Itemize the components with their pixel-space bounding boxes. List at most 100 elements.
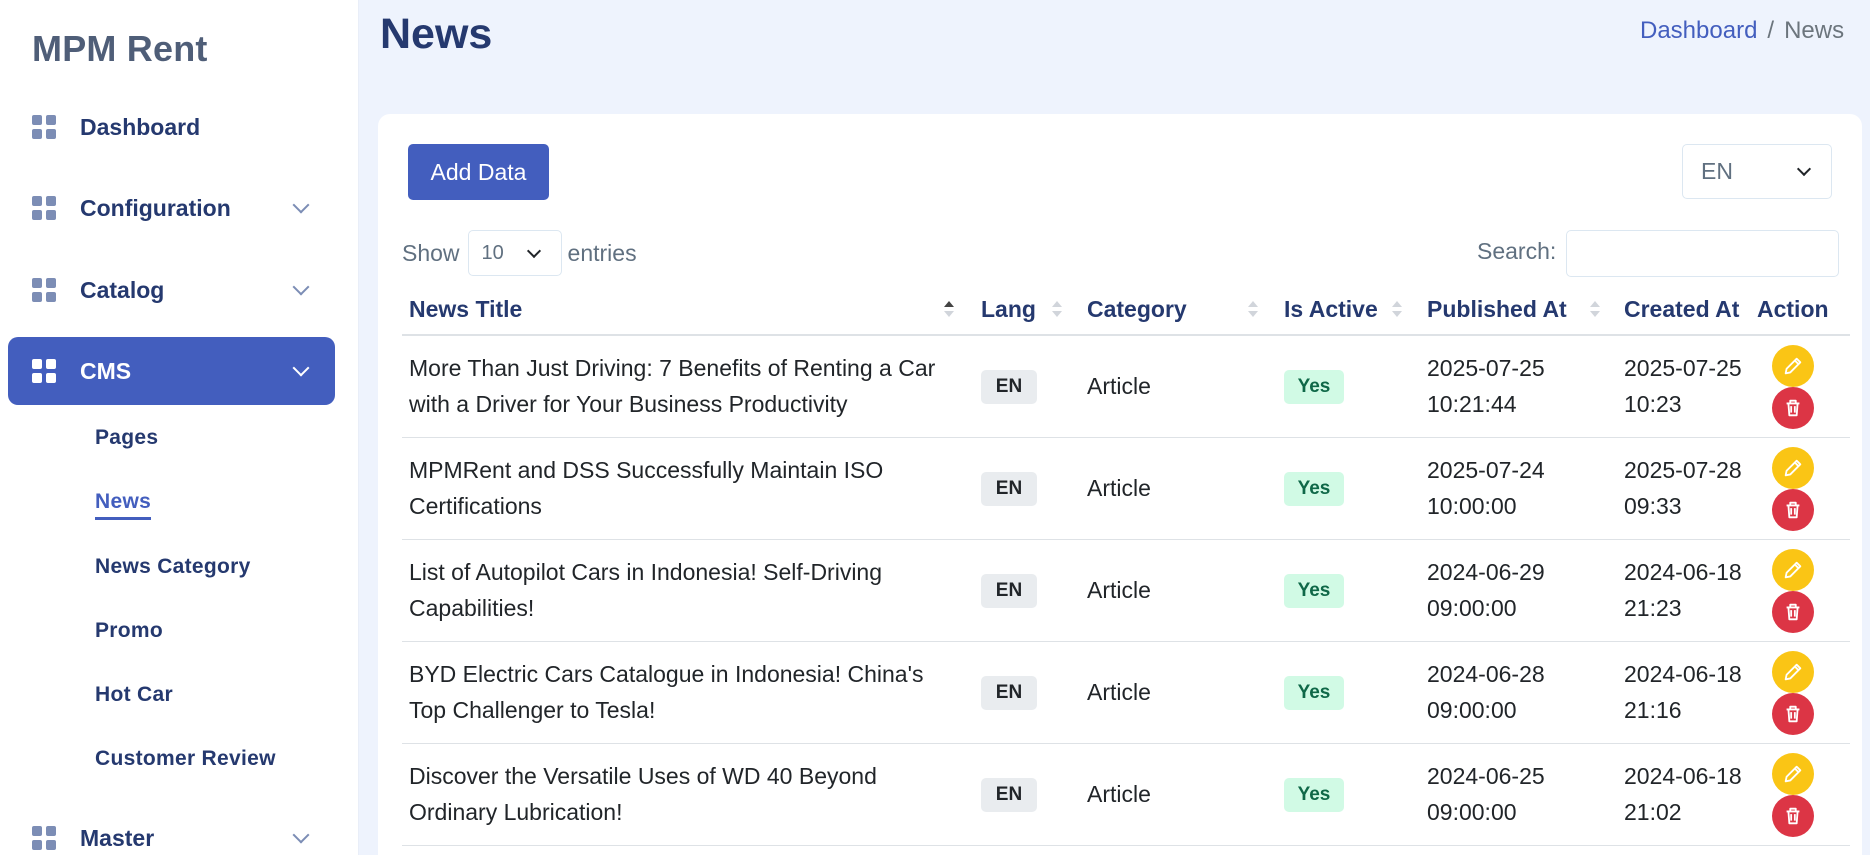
entries-select-value: 10	[481, 241, 504, 264]
edit-button[interactable]	[1772, 447, 1814, 489]
column-header-published-at[interactable]: Published At	[1427, 296, 1567, 323]
pencil-icon	[1784, 663, 1802, 681]
column-header-news-title[interactable]: News Title	[409, 296, 522, 323]
search-label: Search:	[1477, 238, 1557, 264]
breadcrumb-separator: /	[1767, 17, 1775, 44]
breadcrumb: Dashboard / News	[1640, 17, 1870, 45]
news-title-line: MPMRent and DSS Successfully Maintain IS…	[409, 457, 884, 483]
lang-badge: EN	[981, 778, 1037, 812]
created-at-cell: 2025-07-25 10:23	[1624, 350, 1752, 422]
sort-icon	[1248, 301, 1258, 321]
created-time: 10:23	[1624, 391, 1682, 417]
delete-button[interactable]	[1772, 795, 1814, 837]
news-title-line: Top Challenger to Tesla!	[409, 697, 656, 723]
grid-icon	[32, 115, 56, 139]
created-at-cell: 2024-06-18 21:16	[1624, 656, 1752, 728]
sidebar-item-catalog[interactable]: Catalog	[8, 256, 335, 324]
trash-icon	[1786, 399, 1800, 417]
created-date: 2024-06-18	[1624, 661, 1742, 687]
delete-button[interactable]	[1772, 693, 1814, 735]
language-select[interactable]: EN	[1682, 144, 1832, 199]
delete-button[interactable]	[1772, 489, 1814, 531]
news-title-line: More Than Just Driving: 7 Benefits of Re…	[409, 355, 936, 381]
published-at-cell: 2025-07-24 10:00:00	[1427, 452, 1545, 524]
chevron-down-icon	[292, 826, 310, 844]
news-title-line: with a Driver for Your Business Producti…	[409, 391, 848, 417]
search-input[interactable]	[1566, 230, 1839, 277]
table-row: List of Autopilot Cars in Indonesia! Sel…	[402, 540, 1850, 642]
published-time: 09:00:00	[1427, 595, 1517, 621]
created-at-cell: 2024-06-18 21:02	[1624, 758, 1752, 830]
news-title-cell: MPMRent and DSS Successfully Maintain IS…	[409, 452, 969, 524]
news-title-line: Certifications	[409, 493, 542, 519]
submenu-item-promo[interactable]: Promo	[95, 619, 163, 643]
edit-button[interactable]	[1772, 549, 1814, 591]
brand-logo[interactable]: MPM Rent	[32, 28, 208, 70]
grid-icon	[32, 278, 56, 302]
created-date: 2025-07-25	[1624, 355, 1742, 381]
column-header-created-at[interactable]: Created At	[1624, 296, 1739, 323]
news-title-line: BYD Electric Cars Catalogue in Indonesia…	[409, 661, 924, 687]
sort-icon	[1590, 301, 1600, 321]
sidebar-item-label: Master	[80, 824, 155, 851]
status-badge: Yes	[1284, 472, 1344, 506]
entries-select[interactable]: 10	[467, 230, 562, 276]
breadcrumb-dashboard-link[interactable]: Dashboard	[1640, 17, 1757, 45]
add-data-button[interactable]: Add Data	[408, 144, 549, 200]
published-date: 2024-06-28	[1427, 661, 1545, 687]
edit-button[interactable]	[1772, 753, 1814, 795]
submenu-item-customer-review[interactable]: Customer Review	[95, 747, 276, 771]
created-time: 21:16	[1624, 697, 1682, 723]
chevron-down-icon	[1796, 161, 1812, 177]
language-select-value: EN	[1701, 158, 1733, 184]
page-title: News	[380, 10, 493, 58]
sidebar-item-label: Catalog	[80, 276, 165, 303]
chevron-down-icon	[292, 196, 310, 214]
news-table: News Title Lang Category Is Active Publi…	[402, 285, 1850, 846]
column-header-lang[interactable]: Lang	[981, 296, 1036, 323]
published-date: 2025-07-25	[1427, 355, 1545, 381]
submenu-item-hot-car[interactable]: Hot Car	[95, 683, 173, 707]
sidebar-item-configuration[interactable]: Configuration	[8, 174, 335, 242]
created-at-cell: 2025-07-28 09:33	[1624, 452, 1752, 524]
show-label: Show	[402, 239, 460, 266]
news-title-line: Capabilities!	[409, 595, 535, 621]
sidebar-item-dashboard[interactable]: Dashboard	[8, 93, 335, 161]
column-header-is-active[interactable]: Is Active	[1284, 296, 1378, 323]
entries-control: Show 10 entries	[402, 230, 637, 276]
sidebar-item-master[interactable]: Master	[8, 804, 335, 855]
submenu-item-pages[interactable]: Pages	[95, 426, 158, 450]
edit-button[interactable]	[1772, 345, 1814, 387]
sidebar-item-cms[interactable]: CMS	[8, 337, 335, 405]
category-cell: Article	[1087, 475, 1151, 501]
news-title-cell: Discover the Versatile Uses of WD 40 Bey…	[409, 758, 969, 830]
published-time: 10:00:00	[1427, 493, 1517, 519]
table-row: MPMRent and DSS Successfully Maintain IS…	[402, 438, 1850, 540]
delete-button[interactable]	[1772, 591, 1814, 633]
table-row: Discover the Versatile Uses of WD 40 Bey…	[402, 744, 1850, 846]
grid-icon	[32, 359, 56, 383]
status-badge: Yes	[1284, 370, 1344, 404]
chevron-down-icon	[292, 359, 310, 377]
published-time: 09:00:00	[1427, 799, 1517, 825]
news-title-cell: BYD Electric Cars Catalogue in Indonesia…	[409, 656, 969, 728]
category-cell: Article	[1087, 679, 1151, 705]
sidebar: MPM Rent Dashboard Configuration Catalog…	[0, 0, 358, 855]
published-date: 2024-06-25	[1427, 763, 1545, 789]
category-cell: Article	[1087, 577, 1151, 603]
column-header-category[interactable]: Category	[1087, 296, 1187, 323]
grid-icon	[32, 196, 56, 220]
edit-button[interactable]	[1772, 651, 1814, 693]
pencil-icon	[1784, 561, 1802, 579]
delete-button[interactable]	[1772, 387, 1814, 429]
submenu-item-news[interactable]: News	[95, 490, 152, 520]
published-time: 09:00:00	[1427, 697, 1517, 723]
news-title-cell: List of Autopilot Cars in Indonesia! Sel…	[409, 554, 969, 626]
table-header: News Title Lang Category Is Active Publi…	[402, 285, 1850, 336]
lang-badge: EN	[981, 676, 1037, 710]
chevron-down-icon	[292, 278, 310, 296]
created-date: 2024-06-18	[1624, 559, 1742, 585]
status-badge: Yes	[1284, 676, 1344, 710]
submenu-item-news-category[interactable]: News Category	[95, 555, 251, 579]
sidebar-item-label: Dashboard	[80, 113, 201, 140]
